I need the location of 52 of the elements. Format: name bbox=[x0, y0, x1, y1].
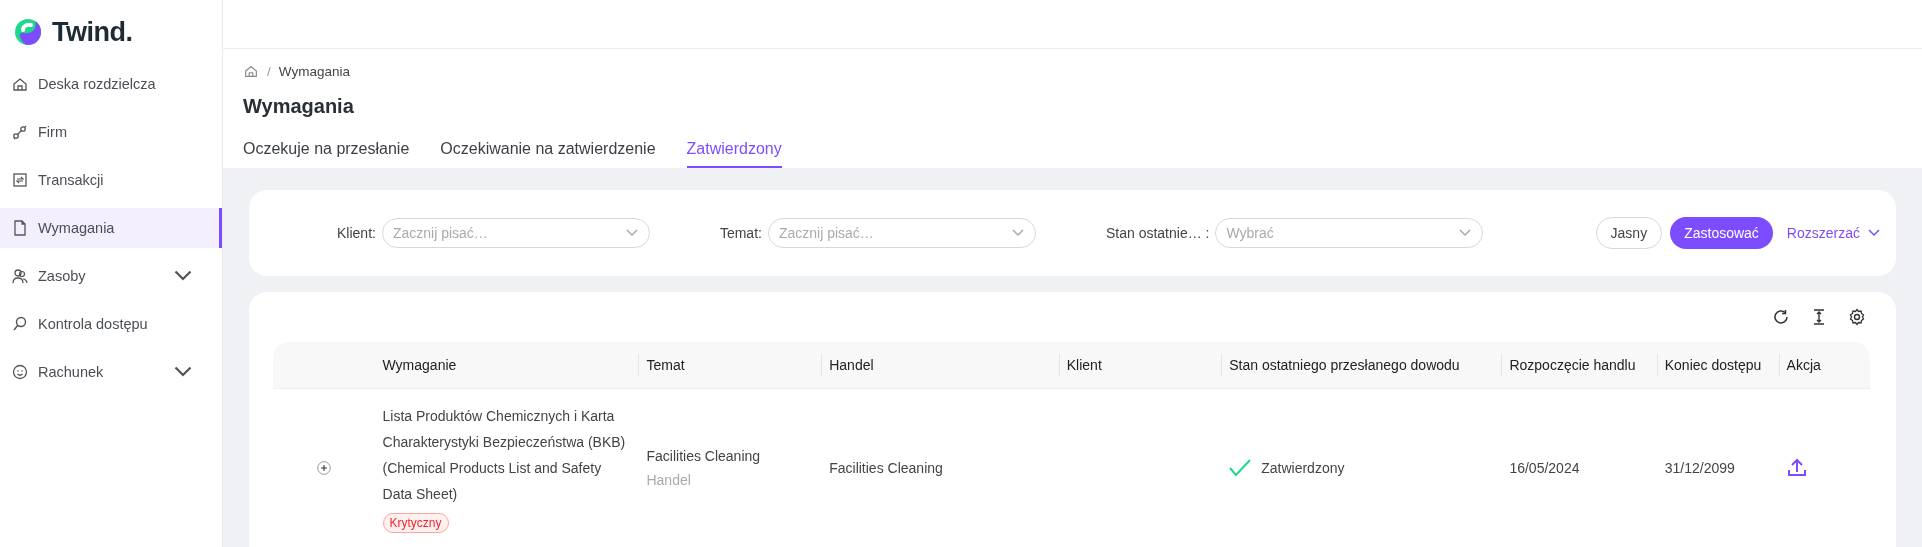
tab[interactable]: Zatwierdzony bbox=[686, 140, 782, 168]
breadcrumb-separator: / bbox=[267, 63, 271, 79]
smiley-icon bbox=[11, 363, 29, 381]
sidebar-item[interactable]: Rachunek bbox=[0, 352, 222, 392]
apply-button[interactable]: Zastosować bbox=[1670, 217, 1773, 249]
table-cell-text: Facilities Cleaning bbox=[646, 448, 762, 464]
table-cell: 31/12/2099 bbox=[1664, 460, 1735, 476]
people-icon bbox=[11, 267, 29, 285]
filter-select[interactable]: Zacznij pisać… bbox=[381, 218, 650, 248]
refresh-icon[interactable] bbox=[1772, 308, 1790, 326]
home-icon[interactable] bbox=[243, 63, 259, 79]
tab[interactable]: Oczekiwanie na zatwierdzenie bbox=[440, 140, 656, 168]
column-header: Wymaganie bbox=[374, 342, 639, 389]
expand-icon[interactable] bbox=[316, 461, 331, 475]
search-icon bbox=[11, 315, 29, 333]
tab[interactable]: Oczekuje na przesłanie bbox=[243, 140, 410, 168]
sidebar-item[interactable]: Deska rozdzielcza bbox=[0, 64, 222, 104]
column-header: Temat bbox=[638, 342, 822, 389]
document-swap-icon bbox=[11, 171, 29, 189]
document-icon bbox=[11, 219, 29, 237]
upload-icon[interactable] bbox=[1786, 456, 1807, 477]
chevron-down-icon bbox=[1868, 229, 1880, 237]
table-cell: 16/05/2024 bbox=[1509, 460, 1580, 476]
priority-tag: Krytyczny bbox=[382, 513, 449, 533]
sidebar-item[interactable]: Transakcji bbox=[0, 160, 222, 200]
filter-label: Temat: bbox=[719, 225, 762, 241]
sidebar-item[interactable]: Firm bbox=[0, 112, 222, 152]
filter-select[interactable]: Zacznij pisać… bbox=[767, 218, 1036, 248]
check-icon bbox=[1229, 459, 1252, 477]
column-header: Klient bbox=[1058, 342, 1222, 389]
breadcrumb-current: Wymagania bbox=[278, 63, 350, 79]
column-header: Akcja bbox=[1778, 342, 1870, 389]
filter-label: Stan ostatnie… : bbox=[1105, 225, 1210, 241]
filter-label: Klient: bbox=[337, 225, 376, 241]
status-text: Zatwierdzony bbox=[1261, 460, 1345, 476]
sidebar-item[interactable]: Kontrola dostępu bbox=[0, 304, 222, 344]
column-header: Handel bbox=[821, 342, 1059, 389]
logo-text: Twind. bbox=[52, 16, 133, 48]
clear-button[interactable]: Jasny bbox=[1595, 217, 1663, 249]
sidebar-item[interactable]: Wymagania bbox=[0, 208, 222, 248]
table-cell-text: Lista Produktów Chemicznych i Karta Charakterystyki Bezpieczeństwa (BKB) (Chemical Products List and Safety Data Sheet) bbox=[382, 407, 627, 504]
expand-link[interactable]: Rozszerzać bbox=[1786, 225, 1880, 241]
column-header: Rozpoczęcie handlu bbox=[1501, 342, 1657, 389]
column-header: Stan ostatniego przesłanego dowodu bbox=[1221, 342, 1502, 389]
table-cell-subtext: Handel bbox=[646, 472, 692, 488]
page-title: Wymagania bbox=[243, 95, 355, 118]
link-icon bbox=[11, 123, 29, 141]
sidebar-item[interactable]: Zasoby bbox=[0, 256, 222, 296]
column-header: Koniec dostępu bbox=[1656, 342, 1779, 389]
settings-icon[interactable] bbox=[1848, 308, 1866, 326]
table-cell: Facilities Cleaning bbox=[829, 460, 943, 476]
filter-select[interactable]: Wybrać bbox=[1215, 218, 1484, 248]
